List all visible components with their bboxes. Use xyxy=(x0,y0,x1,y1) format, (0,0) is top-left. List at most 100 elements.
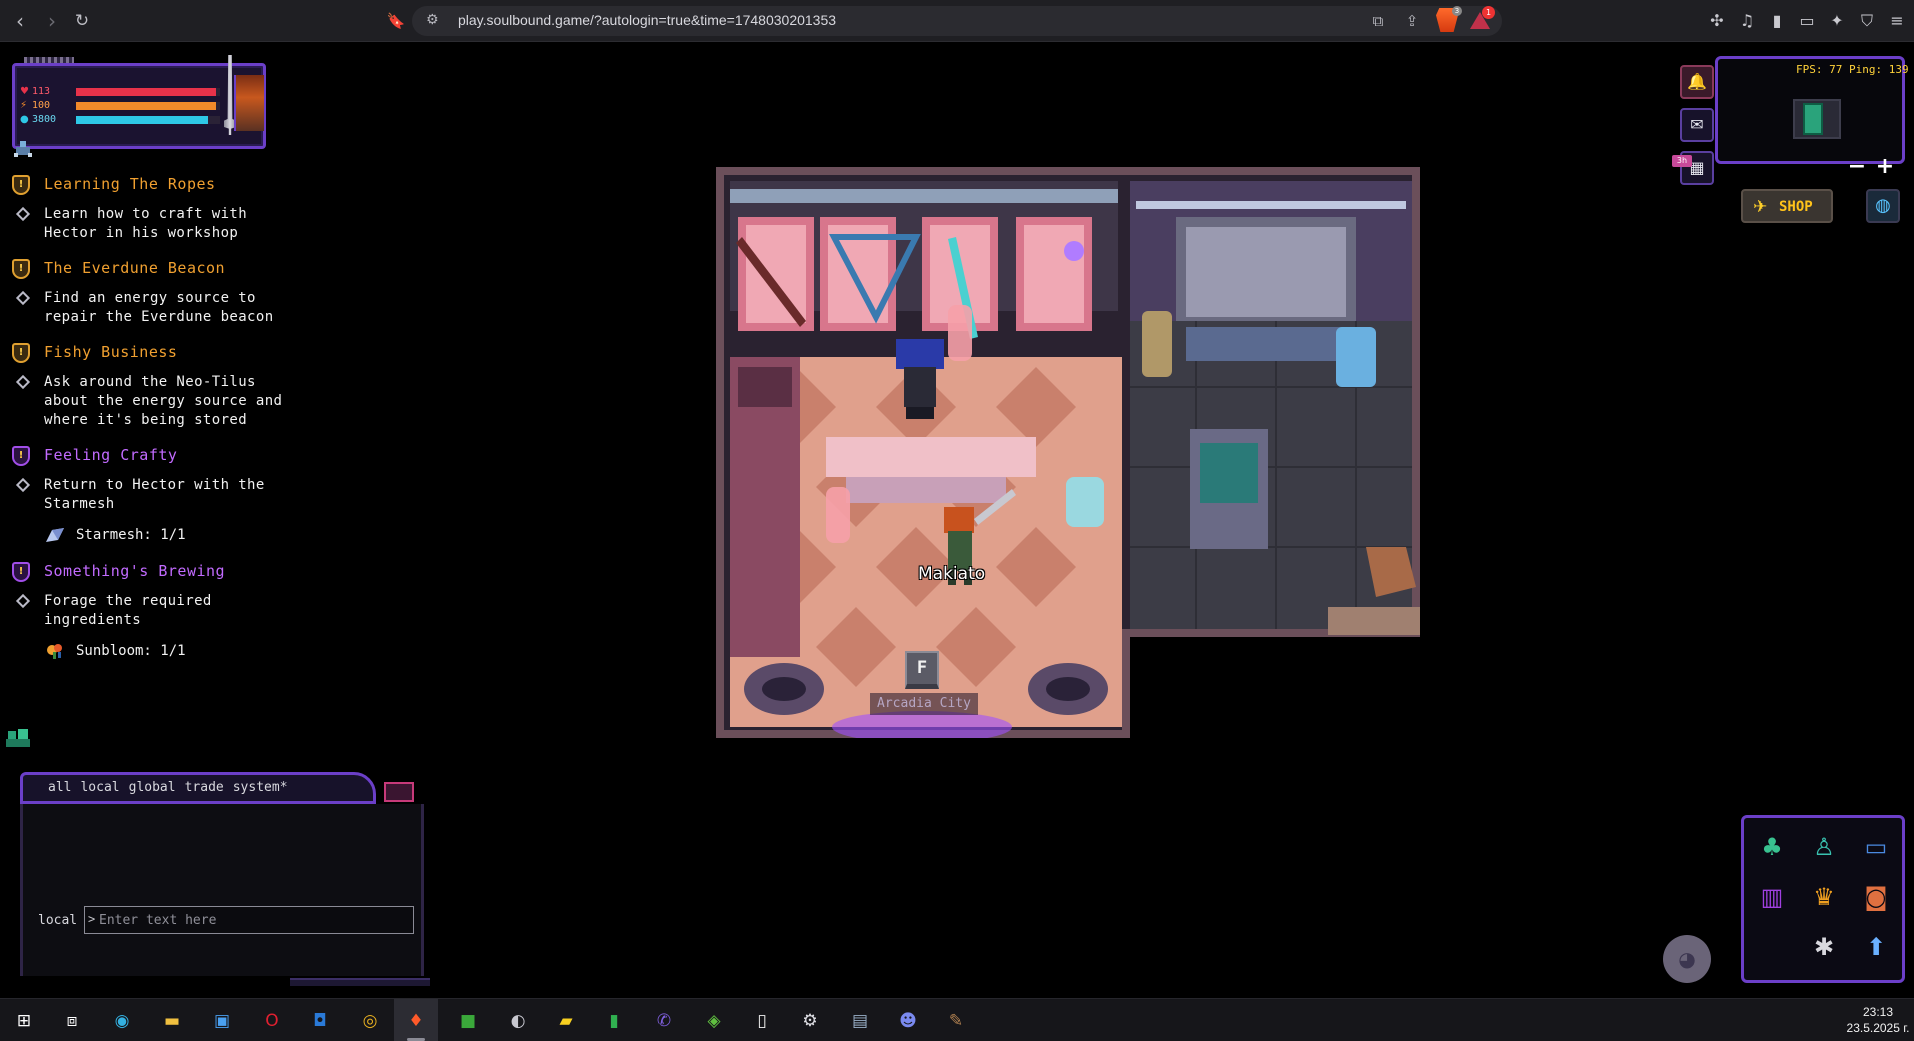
notepad-icon[interactable]: ▯ xyxy=(748,1007,776,1035)
chat-resize-handle[interactable] xyxy=(290,978,430,986)
quest-title[interactable]: Feeling Crafty xyxy=(44,446,177,464)
game-canvas[interactable]: ♥ 113 ⚡ 100 ● 3800 ! Learning The Ropes L… xyxy=(0,43,1914,998)
energy-bar-fill xyxy=(76,102,216,110)
chat-tab-all[interactable]: all xyxy=(48,780,71,795)
quest-item-progress: Sunbloom: 1/1 xyxy=(12,640,332,662)
party-icon[interactable]: ♣ xyxy=(1750,825,1794,869)
mail-icon[interactable]: ✉ xyxy=(1680,108,1714,142)
quest-objective-text: Return to Hector with the Starmesh xyxy=(44,477,265,512)
browser-toolbar: ‹ › ↻ 🔖 ⚙ play.soulbound.game/?autologin… xyxy=(0,0,1914,42)
quest-entry[interactable]: ! Learning The Ropes Learn how to craft w… xyxy=(12,173,332,243)
store-icon[interactable]: ▣ xyxy=(208,1007,236,1035)
quest-title[interactable]: Something's Brewing xyxy=(44,562,225,580)
viber-icon[interactable]: ✆ xyxy=(650,1007,678,1035)
discord-icon[interactable]: ☻ xyxy=(894,1007,922,1035)
open-in-app-icon[interactable]: ⧉ xyxy=(1368,11,1388,31)
windows-start-icon[interactable]: ⊞ xyxy=(10,1007,38,1035)
sidebar-icon[interactable]: ▮ xyxy=(1766,10,1788,32)
fps-ping-readout: FPS: 77 Ping: 139 xyxy=(1796,63,1909,76)
character-icon[interactable]: ♙ xyxy=(1802,825,1846,869)
quest-title[interactable]: Fishy Business xyxy=(44,343,177,361)
workshop-room[interactable] xyxy=(716,167,1420,738)
stats-icon[interactable]: ▥ xyxy=(1750,875,1794,919)
chat-tab-system[interactable]: system* xyxy=(233,780,288,795)
system-clock[interactable]: 23:13 23.5.2025 г. xyxy=(1846,1004,1910,1036)
mana-value: 3800 xyxy=(32,114,57,125)
avatar[interactable] xyxy=(234,75,264,131)
quest-objective-text: Find an energy source to repair the Ever… xyxy=(44,290,274,325)
task-view-icon[interactable]: ⧈ xyxy=(58,1007,86,1035)
forward-icon[interactable]: › xyxy=(40,10,64,32)
app-icon[interactable]: ◐ xyxy=(504,1007,532,1035)
backpack-icon[interactable]: ◙ xyxy=(1854,875,1898,919)
quest-shield-icon: ! xyxy=(12,175,30,195)
chat-input[interactable] xyxy=(84,906,414,934)
clock-date: 23.5.2025 г. xyxy=(1846,1021,1910,1035)
quest-entry[interactable]: ! The Everdune Beacon Find an energy sour… xyxy=(12,257,332,327)
shop-button[interactable]: ✈ SHOP xyxy=(1741,189,1833,223)
menu-icon[interactable]: ≡ xyxy=(1886,10,1908,32)
chat-tab-local[interactable]: local xyxy=(80,780,119,795)
buff-icon[interactable] xyxy=(12,139,34,159)
extensions-icon[interactable]: ✣ xyxy=(1706,10,1728,32)
back-icon[interactable]: ‹ xyxy=(8,10,32,32)
brave-rewards-badge: 1 xyxy=(1482,6,1495,19)
settings-gear-icon[interactable]: ✱ xyxy=(1802,925,1846,969)
zoom-out-button[interactable]: − xyxy=(1847,156,1867,178)
quest-entry[interactable]: ! Something's Brewing Forage the required… xyxy=(12,560,332,662)
trophy-icon[interactable]: ♛ xyxy=(1802,875,1846,919)
wallet-icon[interactable]: ▭ xyxy=(1796,10,1818,32)
chat-tab-global[interactable]: global xyxy=(129,780,176,795)
quest-entry[interactable]: ! Feeling Crafty Return to Hector with th… xyxy=(12,444,332,546)
chat-tab-trade[interactable]: trade xyxy=(185,780,224,795)
bluestacks-icon[interactable]: ◈ xyxy=(700,1007,728,1035)
leo-ai-icon[interactable]: ✦ xyxy=(1826,10,1848,32)
quest-title[interactable]: The Everdune Beacon xyxy=(44,259,225,277)
sticky-notes-icon[interactable]: ▰ xyxy=(552,1007,580,1035)
settings-icon[interactable]: ⚙ xyxy=(796,1007,824,1035)
chat-tabs: all local global trade system* xyxy=(48,780,297,795)
quest-objective: Learn how to craft with Hector in his wo… xyxy=(12,205,332,243)
game-icon[interactable]: ✎ xyxy=(942,1007,970,1035)
chat-channel-label: local xyxy=(38,913,78,928)
party-sprite-icon[interactable] xyxy=(4,725,32,749)
minecraft-icon[interactable]: ■ xyxy=(454,1007,482,1035)
starmesh-crystal-icon xyxy=(46,528,64,542)
site-settings-icon[interactable]: ⚙ xyxy=(426,12,442,28)
reload-icon[interactable]: ↻ xyxy=(70,10,94,32)
vpn-icon[interactable]: ⛉ xyxy=(1856,10,1878,32)
health-value: 113 xyxy=(32,86,51,97)
energy-value: 100 xyxy=(32,100,51,111)
quest-objective: Find an energy source to repair the Ever… xyxy=(12,289,332,327)
quest-item-text: Sunbloom: 1/1 xyxy=(76,643,186,659)
url-text[interactable]: play.soulbound.game/?autologin=true&time… xyxy=(458,12,836,28)
shop-label: SHOP xyxy=(1779,199,1813,215)
media-icon[interactable]: ♫ xyxy=(1736,10,1758,32)
chrome-icon[interactable]: ◎ xyxy=(356,1007,384,1035)
opera-icon[interactable]: O xyxy=(258,1007,286,1035)
chat-minimize-icon[interactable] xyxy=(384,782,414,802)
quest-title[interactable]: Learning The Ropes xyxy=(44,175,216,193)
notifications-icon[interactable]: 🔔 xyxy=(1680,65,1714,99)
calculator-icon[interactable]: ▤ xyxy=(846,1007,874,1035)
emote-button[interactable]: ◕ xyxy=(1663,935,1711,983)
interact-key-hint[interactable]: F xyxy=(905,651,939,689)
canister-icon xyxy=(1142,311,1172,377)
chat-bubbles-icon[interactable]: ▭ xyxy=(1854,825,1898,869)
objective-diamond-icon xyxy=(15,206,31,222)
address-bar[interactable]: ⚙ play.soulbound.game/?autologin=true&ti… xyxy=(412,6,1502,36)
edge-icon[interactable]: ◉ xyxy=(108,1007,136,1035)
globe-icon[interactable]: ◍ xyxy=(1866,189,1900,223)
outlook-icon[interactable]: ◘ xyxy=(306,1007,334,1035)
quest-entry[interactable]: ! Fishy Business Ask around the Neo-Tilus… xyxy=(12,341,332,430)
share-icon[interactable]: ⇪ xyxy=(1402,11,1422,31)
heart-icon: ♥ xyxy=(20,86,29,97)
file-explorer-icon[interactable]: ▬ xyxy=(158,1007,186,1035)
brave-icon[interactable]: ♦ xyxy=(402,1007,430,1035)
staff-orb-icon xyxy=(1064,241,1084,261)
bookmark-icon[interactable]: 🔖 xyxy=(384,10,408,32)
quest-objective: Return to Hector with the Starmesh xyxy=(12,476,332,514)
zoom-in-button[interactable]: + xyxy=(1875,156,1895,178)
level-up-arrow-icon[interactable]: ⬆ xyxy=(1854,925,1898,969)
app-icon-green[interactable]: ▮ xyxy=(600,1007,628,1035)
